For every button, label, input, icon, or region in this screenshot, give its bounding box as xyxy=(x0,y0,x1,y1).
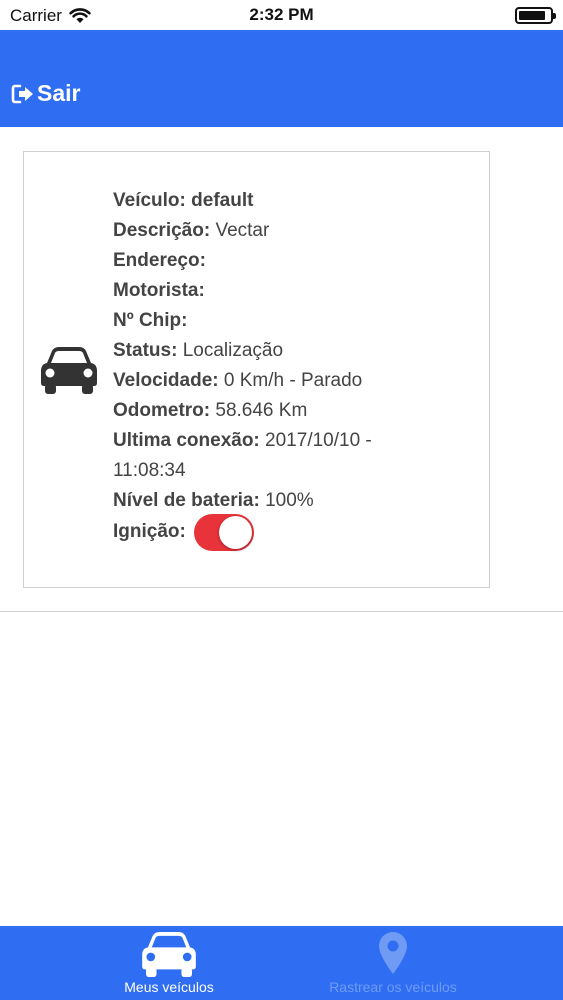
vehicle-name-row: Veículo: default xyxy=(113,186,433,216)
car-icon xyxy=(41,347,97,394)
driver-label: Motorista: xyxy=(113,280,205,301)
battery-level-value: 100% xyxy=(265,490,314,511)
speed-label: Velocidade: xyxy=(113,370,219,391)
status-bar: Carrier 2:32 PM xyxy=(0,0,563,30)
vehicle-info: Veículo: default Descrição: Vectar Ender… xyxy=(113,186,433,551)
exit-button[interactable]: Sair xyxy=(11,80,80,107)
last-connection-row: Ultima conexão: 2017/10/10 - 11:08:34 xyxy=(113,426,433,486)
speed-value: 0 Km/h - Parado xyxy=(223,370,363,391)
description-label: Descrição: xyxy=(113,220,211,241)
status-time: 2:32 PM xyxy=(249,5,314,24)
toggle-knob xyxy=(218,515,252,549)
tab-track-vehicles-label: Rastrear os veículos xyxy=(329,979,457,995)
car-icon xyxy=(142,932,196,978)
chip-row: Nº Chip: xyxy=(113,306,433,336)
exit-label: Sair xyxy=(37,80,81,106)
vehicle-name-value: default xyxy=(191,190,254,211)
odometer-value: 58.646 Km xyxy=(215,400,308,421)
battery-level-row: Nível de bateria: 100% xyxy=(113,486,433,516)
description-value: Vectar xyxy=(215,220,270,241)
battery-level xyxy=(519,11,545,20)
map-marker-icon xyxy=(379,932,407,974)
status-label: Status: xyxy=(113,340,178,361)
status-row: Status: Localização xyxy=(113,336,433,366)
address-row: Endereço: xyxy=(113,246,433,276)
tab-my-vehicles-label: Meus veículos xyxy=(124,979,214,995)
tab-bar: Meus veículos Rastrear os veículos xyxy=(0,926,563,1000)
battery-icon xyxy=(515,7,556,24)
tab-my-vehicles[interactable]: Meus veículos xyxy=(69,926,269,1000)
odometer-row: Odometro: 58.646 Km xyxy=(113,396,433,426)
ignition-toggle[interactable] xyxy=(193,513,254,551)
vehicle-card[interactable]: Veículo: default Descrição: Vectar Ender… xyxy=(23,151,490,588)
speed-row: Velocidade: 0 Km/h - Parado xyxy=(113,366,433,396)
odometer-label: Odometro: xyxy=(113,400,211,421)
description-row: Descrição: Vectar xyxy=(113,216,433,246)
battery-level-label: Nível de bateria: xyxy=(113,490,260,511)
ignition-label: Ignição: xyxy=(113,521,186,542)
driver-row: Motorista: xyxy=(113,276,433,306)
vehicle-name-label: Veículo: xyxy=(113,190,186,211)
app-header: Sair xyxy=(0,30,563,127)
list-divider xyxy=(0,611,563,612)
last-connection-label: Ultima conexão: xyxy=(113,430,260,451)
status-value: Localização xyxy=(182,340,284,361)
tab-track-vehicles[interactable]: Rastrear os veículos xyxy=(293,926,493,1000)
ignition-row: Ignição: xyxy=(113,513,433,551)
chip-label: Nº Chip: xyxy=(113,310,188,331)
sign-out-icon xyxy=(11,84,33,103)
address-label: Endereço: xyxy=(113,250,206,271)
